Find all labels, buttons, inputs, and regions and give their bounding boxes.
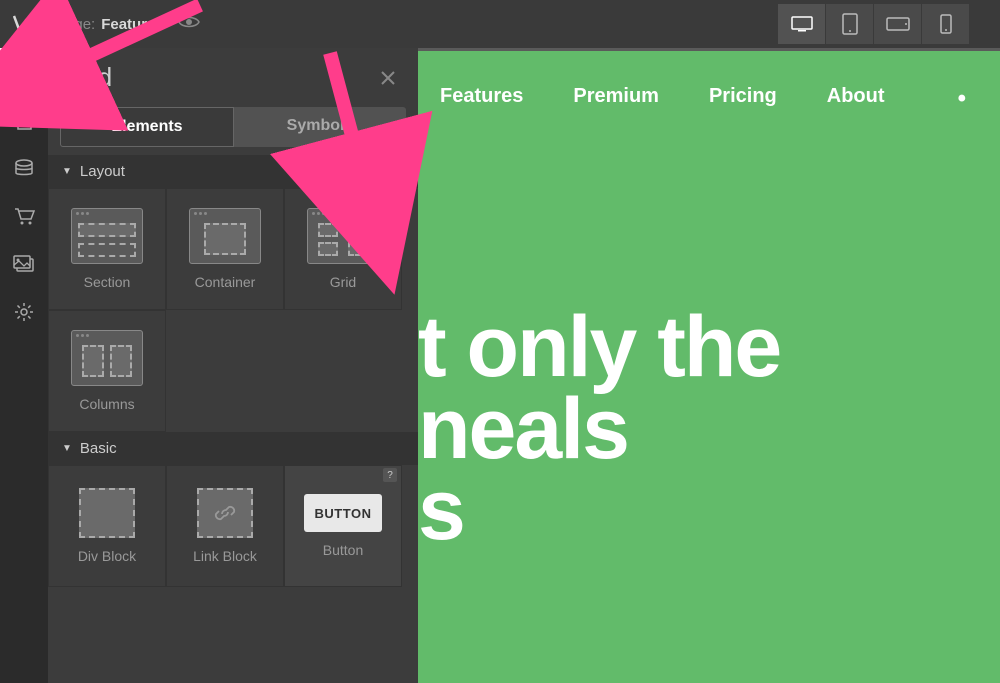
element-columns[interactable]: Columns [48,310,166,432]
device-toggles [778,4,970,44]
element-label: Button [323,542,363,558]
chevron-down-icon: ▼ [62,443,72,454]
page-selector[interactable]: Page: Features [56,16,164,33]
element-link-block[interactable]: Link Block [166,465,284,587]
tab-symbols[interactable]: Symbols [234,107,406,147]
device-tablet-button[interactable] [826,4,874,44]
settings-button[interactable] [0,288,48,336]
close-icon[interactable] [376,66,400,90]
element-section[interactable]: Section [48,188,166,310]
assets-button[interactable] [0,240,48,288]
hero-line: neals [418,389,1000,471]
columns-icon [71,330,143,386]
webflow-logo-icon[interactable] [8,6,44,42]
left-rail [0,48,48,683]
nav-link-about[interactable]: About [827,85,885,113]
nav-link-features[interactable]: Features [440,85,523,113]
tab-elements[interactable]: Elements [60,107,234,147]
nav-link-premium[interactable]: Premium [573,85,659,113]
container-icon [189,208,261,264]
add-elements-button[interactable] [0,48,48,96]
nav-more[interactable]: • [958,85,966,113]
panel-tabs: Elements Symbols [48,107,418,155]
top-toolbar: Page: Features [0,0,1000,48]
ecommerce-button[interactable] [0,192,48,240]
element-button[interactable]: ? BUTTON Button [284,465,402,587]
pages-button[interactable] [0,96,48,144]
hero-line: s [418,470,1000,552]
chevron-down-icon: ▼ [62,166,72,177]
section-basic-header[interactable]: ▼ Basic [48,432,418,465]
divblock-icon [79,488,135,538]
help-icon[interactable]: ? [383,468,397,482]
element-label: Columns [79,396,134,412]
cms-button[interactable] [0,144,48,192]
device-mobile-button[interactable] [922,4,970,44]
page-name: Features [101,16,164,33]
basic-grid: Div Block Link Block ? BUTTON Button [48,465,418,587]
hero-heading[interactable]: t only the neals s [418,147,1000,552]
visibility-icon[interactable] [178,14,200,35]
element-container[interactable]: Container [166,188,284,310]
element-label: Div Block [78,548,136,564]
grid-icon [307,208,379,264]
element-label: Section [84,274,131,290]
section-layout-label: Layout [80,163,125,180]
nav-link-pricing[interactable]: Pricing [709,85,777,113]
layout-grid: Section Container Grid [48,188,418,432]
add-panel: Add Elements Symbols ▼ Layout Section Co… [48,48,418,683]
section-layout-header[interactable]: ▼ Layout [48,155,418,188]
hero-line: t only the [418,307,1000,389]
element-grid[interactable]: Grid [284,188,402,310]
element-label: Link Block [193,548,257,564]
panel-title: Add [66,62,112,93]
button-icon: BUTTON [304,494,382,532]
device-tablet-landscape-button[interactable] [874,4,922,44]
design-canvas[interactable]: Features Premium Pricing About • t only … [418,48,1000,683]
element-label: Grid [330,274,356,290]
section-icon [71,208,143,264]
element-label: Container [195,274,256,290]
section-basic-label: Basic [80,440,117,457]
element-div-block[interactable]: Div Block [48,465,166,587]
linkblock-icon [197,488,253,538]
page-label: Page: [56,16,95,33]
site-nav: Features Premium Pricing About • [418,51,1000,147]
device-desktop-button[interactable] [778,4,826,44]
